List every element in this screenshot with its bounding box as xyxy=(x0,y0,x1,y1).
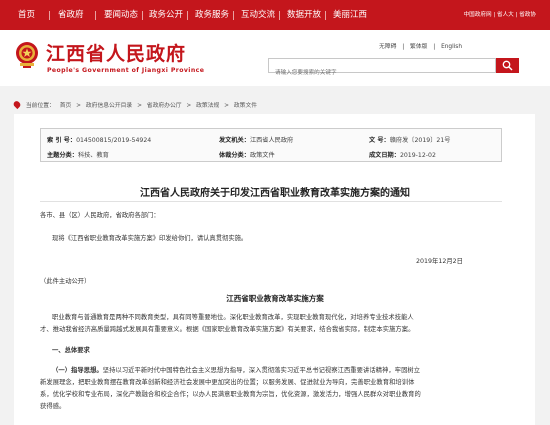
location-icon xyxy=(12,99,22,110)
document-body-text: 现将《江西省职业教育改革实施方案》印发给你们，请认真贯彻实施。 xyxy=(52,235,248,242)
search-input[interactable] xyxy=(269,66,495,80)
paragraph-line: 系，优化学校和专业布局，深化产教融合和校企合作；以办人民满意职业教育为宗旨，优化… xyxy=(40,391,421,398)
item-heading: （一）指导思想。 xyxy=(52,367,103,374)
breadcrumb-separator: > xyxy=(137,103,142,109)
traditional-chinese-link[interactable]: 繁体版 xyxy=(410,44,427,50)
paragraph-line: （一）指导思想。坚持以习近平新时代中国特色社会主义思想为指导，深入贯彻落实习近平… xyxy=(52,365,420,374)
breadcrumb-separator: > xyxy=(76,103,81,109)
breadcrumb-policies[interactable]: 政策法规 xyxy=(196,103,219,109)
breadcrumb-general-office[interactable]: 省政府办公厅 xyxy=(147,103,182,109)
subject-category-label: 主题分类： xyxy=(47,152,78,159)
issuing-authority-field: 发文机关：江西省人民政府 xyxy=(219,135,293,144)
nav-divider xyxy=(142,11,143,20)
nav-news[interactable]: 要闻动态 xyxy=(104,0,138,30)
item-text: 坚持以习近平新时代中国特色社会主义思想为指导，深入贯彻落实习近平总书记视察江西重… xyxy=(102,367,421,374)
document-number-value: 赣府发〔2019〕21号 xyxy=(389,137,451,144)
index-number-value: 014500815/2019-54924 xyxy=(76,137,152,144)
genre-category-label: 体裁分类： xyxy=(219,152,250,159)
nav-open-data[interactable]: 数据开放 xyxy=(287,0,321,30)
paragraph-line: 才、推动我省经济高质量跨越式发展具有重要意义。根据《国家职业教育改革实施方案》有… xyxy=(40,326,415,333)
search-box xyxy=(268,58,496,80)
genre-category-field: 体裁分类：政策文件 xyxy=(219,150,275,159)
nav-divider xyxy=(187,11,188,20)
site-logo-subtitle: People's Government of Jiangxi Province xyxy=(47,67,205,74)
accessibility-links: 无障碍 | 繁体版 | English xyxy=(375,41,462,50)
nav-divider xyxy=(233,11,234,20)
document-date: 2019年12月2日 xyxy=(416,258,463,265)
link-separator: | xyxy=(433,44,436,50)
genre-category-value: 政策文件 xyxy=(249,152,275,159)
site-header: 江西省人民政府 People's Government of Jiangxi P… xyxy=(0,30,550,86)
nav-home[interactable]: 首页 xyxy=(18,0,35,30)
nav-divider xyxy=(279,11,280,20)
search-icon xyxy=(502,60,513,71)
nav-provincial-government[interactable]: 省政府 xyxy=(58,0,84,30)
issuing-authority-value: 江西省人民政府 xyxy=(249,137,294,144)
nav-government-affairs[interactable]: 政务公开 xyxy=(149,0,183,30)
paragraph-line: 新发展理念，把职业教育摆在教育改革创新和经济社会发展中更加突出的位置；以服务发展… xyxy=(40,379,415,386)
breadcrumb-disclosure-catalog[interactable]: 政府信息公开目录 xyxy=(86,103,132,109)
breadcrumb-separator: > xyxy=(186,103,192,109)
publication-note: （此件主动公开） xyxy=(40,278,91,285)
breadcrumb-policy-documents[interactable]: 政策文件 xyxy=(234,103,257,109)
search-button[interactable] xyxy=(496,58,519,73)
nav-interaction[interactable]: 互动交流 xyxy=(241,0,275,30)
section-heading: 一、总体要求 xyxy=(52,347,90,354)
title-divider xyxy=(40,201,502,202)
nav-government-services[interactable]: 政务服务 xyxy=(195,0,229,30)
nav-divider xyxy=(49,11,50,20)
link-separator: | xyxy=(402,44,405,50)
plan-title: 江西省职业教育改革实施方案 xyxy=(226,294,324,303)
top-right-links[interactable]: 中国政府网 | 省人大 | 省政协 xyxy=(464,0,536,30)
document-salutation: 各市、县（区）人民政府，省政府各部门： xyxy=(40,212,160,219)
written-date-field: 成文日期：2019-12-02 xyxy=(369,150,436,159)
breadcrumb-label: 当前位置： xyxy=(25,103,55,109)
nav-beautiful-jiangxi[interactable]: 美丽江西 xyxy=(333,0,367,30)
document-title: 江西省人民政府关于印发江西省职业教育改革实施方案的通知 xyxy=(140,188,410,199)
subject-category-value: 科技、教育 xyxy=(77,152,109,159)
paragraph-line: 获得感。 xyxy=(40,403,66,410)
site-logo-title[interactable]: 江西省人民政府 xyxy=(46,39,186,66)
document-number-field: 文 号：赣府发〔2019〕21号 xyxy=(369,135,450,144)
national-emblem-icon xyxy=(14,41,40,69)
written-date-value: 2019-12-02 xyxy=(399,152,436,159)
nav-divider xyxy=(95,11,96,20)
breadcrumb-separator: > xyxy=(224,103,230,109)
subject-category-field: 主题分类：科技、教育 xyxy=(47,150,109,159)
document-metadata-table: 索 引 号：014500815/2019-54924 发文机关：江西省人民政府 … xyxy=(40,128,502,162)
accessibility-link[interactable]: 无障碍 xyxy=(379,44,396,50)
written-date-label: 成文日期： xyxy=(369,152,400,159)
index-number-label: 索 引 号： xyxy=(47,137,77,144)
document-number-label: 文 号： xyxy=(369,137,390,144)
top-navigation: 首页 省政府 要闻动态 政务公开 政务服务 互动交流 数据开放 美丽江西 中国政… xyxy=(0,0,550,30)
english-link[interactable]: English xyxy=(441,44,462,50)
index-number-field: 索 引 号：014500815/2019-54924 xyxy=(47,135,151,144)
paragraph-line: 职业教育与普通教育是两种不同教育类型，具有同等重要地位。深化职业教育改革，实现职… xyxy=(52,314,414,321)
breadcrumb-home[interactable]: 首页 xyxy=(60,103,72,109)
nav-divider xyxy=(325,11,326,20)
issuing-authority-label: 发文机关： xyxy=(219,137,250,144)
breadcrumb: 当前位置： 首页 > 政府信息公开目录 > 省政府办公厅 > 政策法规 > 政策… xyxy=(12,99,260,110)
